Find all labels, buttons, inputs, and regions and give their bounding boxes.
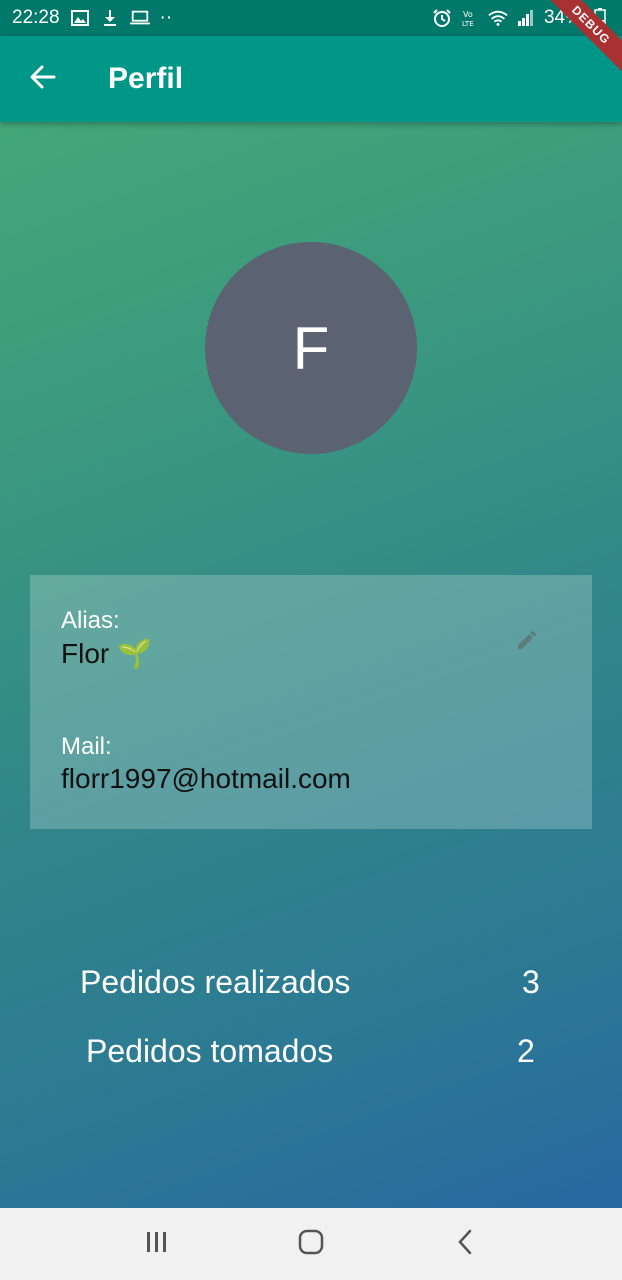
back-icon xyxy=(455,1228,475,1261)
status-dots: ·· xyxy=(159,7,173,28)
status-bar: 22:28 ·· Vo LTE 34% xyxy=(0,0,622,36)
avatar-initial: F xyxy=(292,314,330,382)
profile-card: Alias: Flor 🌱 Mail: florr1997@hotmail.co… xyxy=(30,575,592,829)
system-nav-bar xyxy=(0,1208,622,1280)
app-bar: Perfil xyxy=(0,36,622,122)
edit-alias-button[interactable] xyxy=(512,627,542,657)
mail-label: Mail: xyxy=(61,733,112,760)
profile-content: F Alias: Flor 🌱 Mail: florr1997@hotmail.… xyxy=(0,122,622,1208)
orders-made-label: Pedidos realizados xyxy=(80,964,351,1000)
alias-label: Alias: xyxy=(61,607,120,634)
pencil-icon xyxy=(515,628,539,657)
system-back-button[interactable] xyxy=(435,1214,495,1274)
recent-apps-icon xyxy=(144,1230,170,1259)
arrow-back-icon xyxy=(28,63,56,96)
laptop-icon xyxy=(129,8,150,28)
svg-text:LTE: LTE xyxy=(462,20,474,28)
orders-made-value: 3 xyxy=(522,964,540,1000)
status-time: 22:28 xyxy=(12,7,60,28)
volte-icon: Vo LTE xyxy=(460,8,480,28)
orders-taken-value: 2 xyxy=(517,1033,535,1069)
download-icon xyxy=(100,8,120,28)
home-icon xyxy=(297,1228,325,1261)
recent-apps-button[interactable] xyxy=(127,1214,187,1274)
orders-taken-label: Pedidos tomados xyxy=(86,1033,334,1069)
page-title: Perfil xyxy=(108,62,184,95)
image-icon xyxy=(70,8,90,28)
avatar: F xyxy=(205,242,417,454)
back-button[interactable] xyxy=(0,36,84,122)
alarm-icon xyxy=(432,8,452,28)
home-button[interactable] xyxy=(281,1214,341,1274)
alias-value: Flor 🌱 xyxy=(61,638,152,669)
svg-text:Vo: Vo xyxy=(463,10,473,19)
status-left: 22:28 ·· xyxy=(12,7,172,29)
signal-icon xyxy=(516,8,536,28)
wifi-icon xyxy=(488,8,508,28)
mail-value: florr1997@hotmail.com xyxy=(61,763,351,794)
